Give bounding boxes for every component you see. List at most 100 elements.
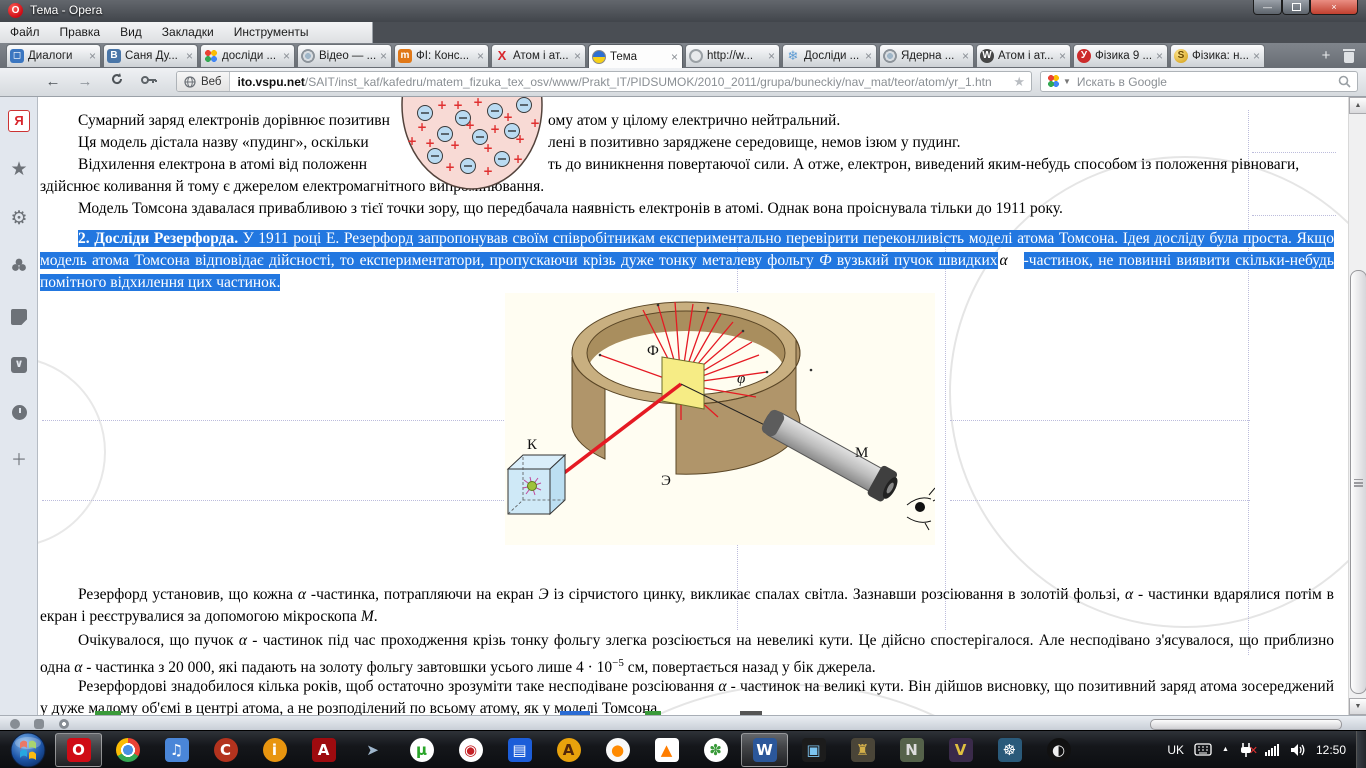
- taskbar-button-word[interactable]: W: [741, 732, 788, 767]
- tab-doslidy[interactable]: ❄ Досліди ... ×: [782, 44, 877, 67]
- tab-close-icon[interactable]: ×: [185, 49, 194, 63]
- tab-tema[interactable]: Тема ×: [588, 44, 683, 68]
- label-angle: φ: [737, 371, 745, 387]
- turbo-icon[interactable]: [58, 719, 69, 729]
- keyboard-icon[interactable]: [1194, 743, 1212, 756]
- power-plug-icon[interactable]: ✕: [1239, 742, 1258, 758]
- taskbar-button-dark-orb-app[interactable]: ◐: [1035, 733, 1082, 767]
- search-engine-caret-icon[interactable]: ▼: [1063, 77, 1071, 86]
- tab-atom-2[interactable]: W Атом і ат... ×: [976, 44, 1071, 67]
- settings-gear-icon[interactable]: ⚙: [7, 207, 31, 231]
- taskbar-button-aida[interactable]: ▣: [790, 733, 837, 767]
- menu-item-4[interactable]: Инструменты: [224, 22, 319, 42]
- tab-vk-page[interactable]: В Саня Ду... ×: [103, 44, 198, 67]
- tab-close-icon[interactable]: ×: [670, 50, 679, 64]
- add-panel-icon[interactable]: ＋: [7, 449, 31, 473]
- utorrent-icon: µ: [409, 737, 434, 762]
- tab-fizyka-n[interactable]: Ѕ Фізика: н... ×: [1170, 44, 1265, 67]
- volume-icon[interactable]: [1290, 743, 1306, 757]
- bookmark-star-icon[interactable]: ★: [1007, 74, 1031, 90]
- history-clock-icon[interactable]: [7, 401, 31, 425]
- tab-google-search[interactable]: досліди ... ×: [200, 44, 295, 67]
- taskbar-button-game-sea[interactable]: ☸: [986, 733, 1033, 767]
- taskbar-button-opera[interactable]: O: [55, 732, 102, 767]
- tab-loading-page[interactable]: http://w... ×: [685, 44, 780, 67]
- security-badge[interactable]: Веб: [177, 72, 230, 91]
- tab-video[interactable]: Відео — ... ×: [297, 44, 392, 67]
- hidden-icons-caret[interactable]: ▲: [1222, 746, 1229, 753]
- scroll-down-arrow[interactable]: ▼: [1349, 698, 1366, 715]
- menu-item-3[interactable]: Закладки: [152, 22, 224, 42]
- reload-button[interactable]: [106, 72, 128, 92]
- minimize-button[interactable]: —: [1253, 0, 1282, 15]
- menu-item-0[interactable]: Файл: [0, 22, 50, 42]
- tab-yaderna[interactable]: Ядерна ... ×: [879, 44, 974, 67]
- scrollbar-thumb[interactable]: [1350, 270, 1366, 694]
- taskbar-button-floppy-app[interactable]: ▤: [496, 733, 543, 767]
- forward-button[interactable]: →: [74, 72, 96, 92]
- tab-close-icon[interactable]: ×: [88, 49, 97, 63]
- unite-fan-icon[interactable]: [7, 256, 31, 280]
- taskbar-button-game-v[interactable]: V: [937, 733, 984, 767]
- taskbar-button-ccleaner[interactable]: C: [202, 733, 249, 767]
- nfs-icon: N: [899, 737, 924, 762]
- tab-fizyka9[interactable]: У Фізика 9 ... ×: [1073, 44, 1168, 67]
- tab-close-icon[interactable]: ×: [476, 49, 485, 63]
- yandex-panel-icon[interactable]: Я: [7, 108, 31, 132]
- menu-bar: ФайлПравкаВидЗакладкиИнструментыСправка: [0, 22, 1366, 59]
- network-signal-icon[interactable]: [1264, 743, 1280, 756]
- tab-close-icon[interactable]: ×: [1252, 49, 1261, 63]
- tab-close-icon[interactable]: ×: [1155, 49, 1164, 63]
- bookmarks-star-icon[interactable]: ★: [7, 158, 31, 182]
- clock[interactable]: 12:50: [1316, 743, 1346, 757]
- taskbar-button-utorrent[interactable]: µ: [398, 733, 445, 767]
- unite-icon[interactable]: [34, 719, 45, 729]
- menu-item-2[interactable]: Вид: [110, 22, 152, 42]
- start-button[interactable]: [8, 730, 48, 768]
- close-button[interactable]: ×: [1310, 0, 1358, 15]
- tab-dialogs[interactable]: ◻ Диалоги ×: [6, 44, 101, 67]
- panels-toggle-icon[interactable]: [10, 719, 20, 729]
- key-icon[interactable]: [138, 72, 160, 92]
- taskbar-button-adobe-reader[interactable]: A: [300, 733, 347, 767]
- show-desktop-button[interactable]: [1356, 730, 1366, 768]
- address-field[interactable]: Веб ito.vspu.net/SAIT/inst_kaf/kafedru/m…: [176, 71, 1032, 92]
- table-guide: [945, 240, 946, 630]
- restore-button[interactable]: [1282, 0, 1310, 15]
- tab-close-icon[interactable]: ×: [961, 49, 970, 63]
- tab-close-icon[interactable]: ×: [767, 49, 776, 63]
- taskbar-button-chrome[interactable]: [104, 733, 151, 767]
- tab-close-icon[interactable]: ×: [573, 49, 582, 63]
- language-indicator[interactable]: UK: [1167, 743, 1184, 757]
- notes-icon[interactable]: [7, 305, 31, 329]
- search-field[interactable]: ▼ Искать в Google: [1040, 71, 1358, 92]
- closed-tabs-trash-icon[interactable]: [1342, 49, 1356, 64]
- taskbar-button-music-app[interactable]: ♫: [153, 733, 200, 767]
- tab-close-icon[interactable]: ×: [282, 49, 291, 63]
- tab-close-icon[interactable]: ×: [379, 49, 388, 63]
- taskbar-button-paper-plane[interactable]: ➤: [349, 733, 396, 767]
- tab-close-icon[interactable]: ×: [864, 49, 873, 63]
- tab-close-icon[interactable]: ×: [1058, 49, 1067, 63]
- tab-label: Ядерна ...: [901, 50, 955, 62]
- taskbar-button-orange-ball-app[interactable]: ●: [594, 733, 641, 767]
- scroll-up-arrow[interactable]: ▲: [1349, 97, 1366, 114]
- title-bar[interactable]: O Тема - Opera — ×: [0, 0, 1366, 22]
- tab-atom-1[interactable]: Х Атом і ат... ×: [491, 44, 586, 67]
- tab-fi-conspect[interactable]: m ФІ: Конс... ×: [394, 44, 489, 67]
- horizontal-scrollbar-thumb[interactable]: [1150, 719, 1342, 730]
- magnifier-icon[interactable]: [1338, 75, 1351, 88]
- taskbar-button-info-app[interactable]: i: [251, 733, 298, 767]
- back-button[interactable]: ←: [42, 72, 64, 92]
- vertical-scrollbar[interactable]: ▲ ▼: [1348, 97, 1366, 715]
- new-tab-button[interactable]: +: [1318, 48, 1334, 64]
- taskbar-button-vlc[interactable]: ▲: [643, 733, 690, 767]
- taskbar-button-nfs[interactable]: N: [888, 733, 935, 767]
- downloads-icon[interactable]: ∨: [7, 353, 31, 377]
- taskbar-button-wot[interactable]: ♜: [839, 733, 886, 767]
- taskbar-button-red-orb-app[interactable]: ◉: [447, 733, 494, 767]
- taskbar-button-green-app[interactable]: ✽: [692, 733, 739, 767]
- menu-item-1[interactable]: Правка: [50, 22, 111, 42]
- taskbar-button-aimp[interactable]: A: [545, 733, 592, 767]
- google-icon: [1047, 75, 1060, 88]
